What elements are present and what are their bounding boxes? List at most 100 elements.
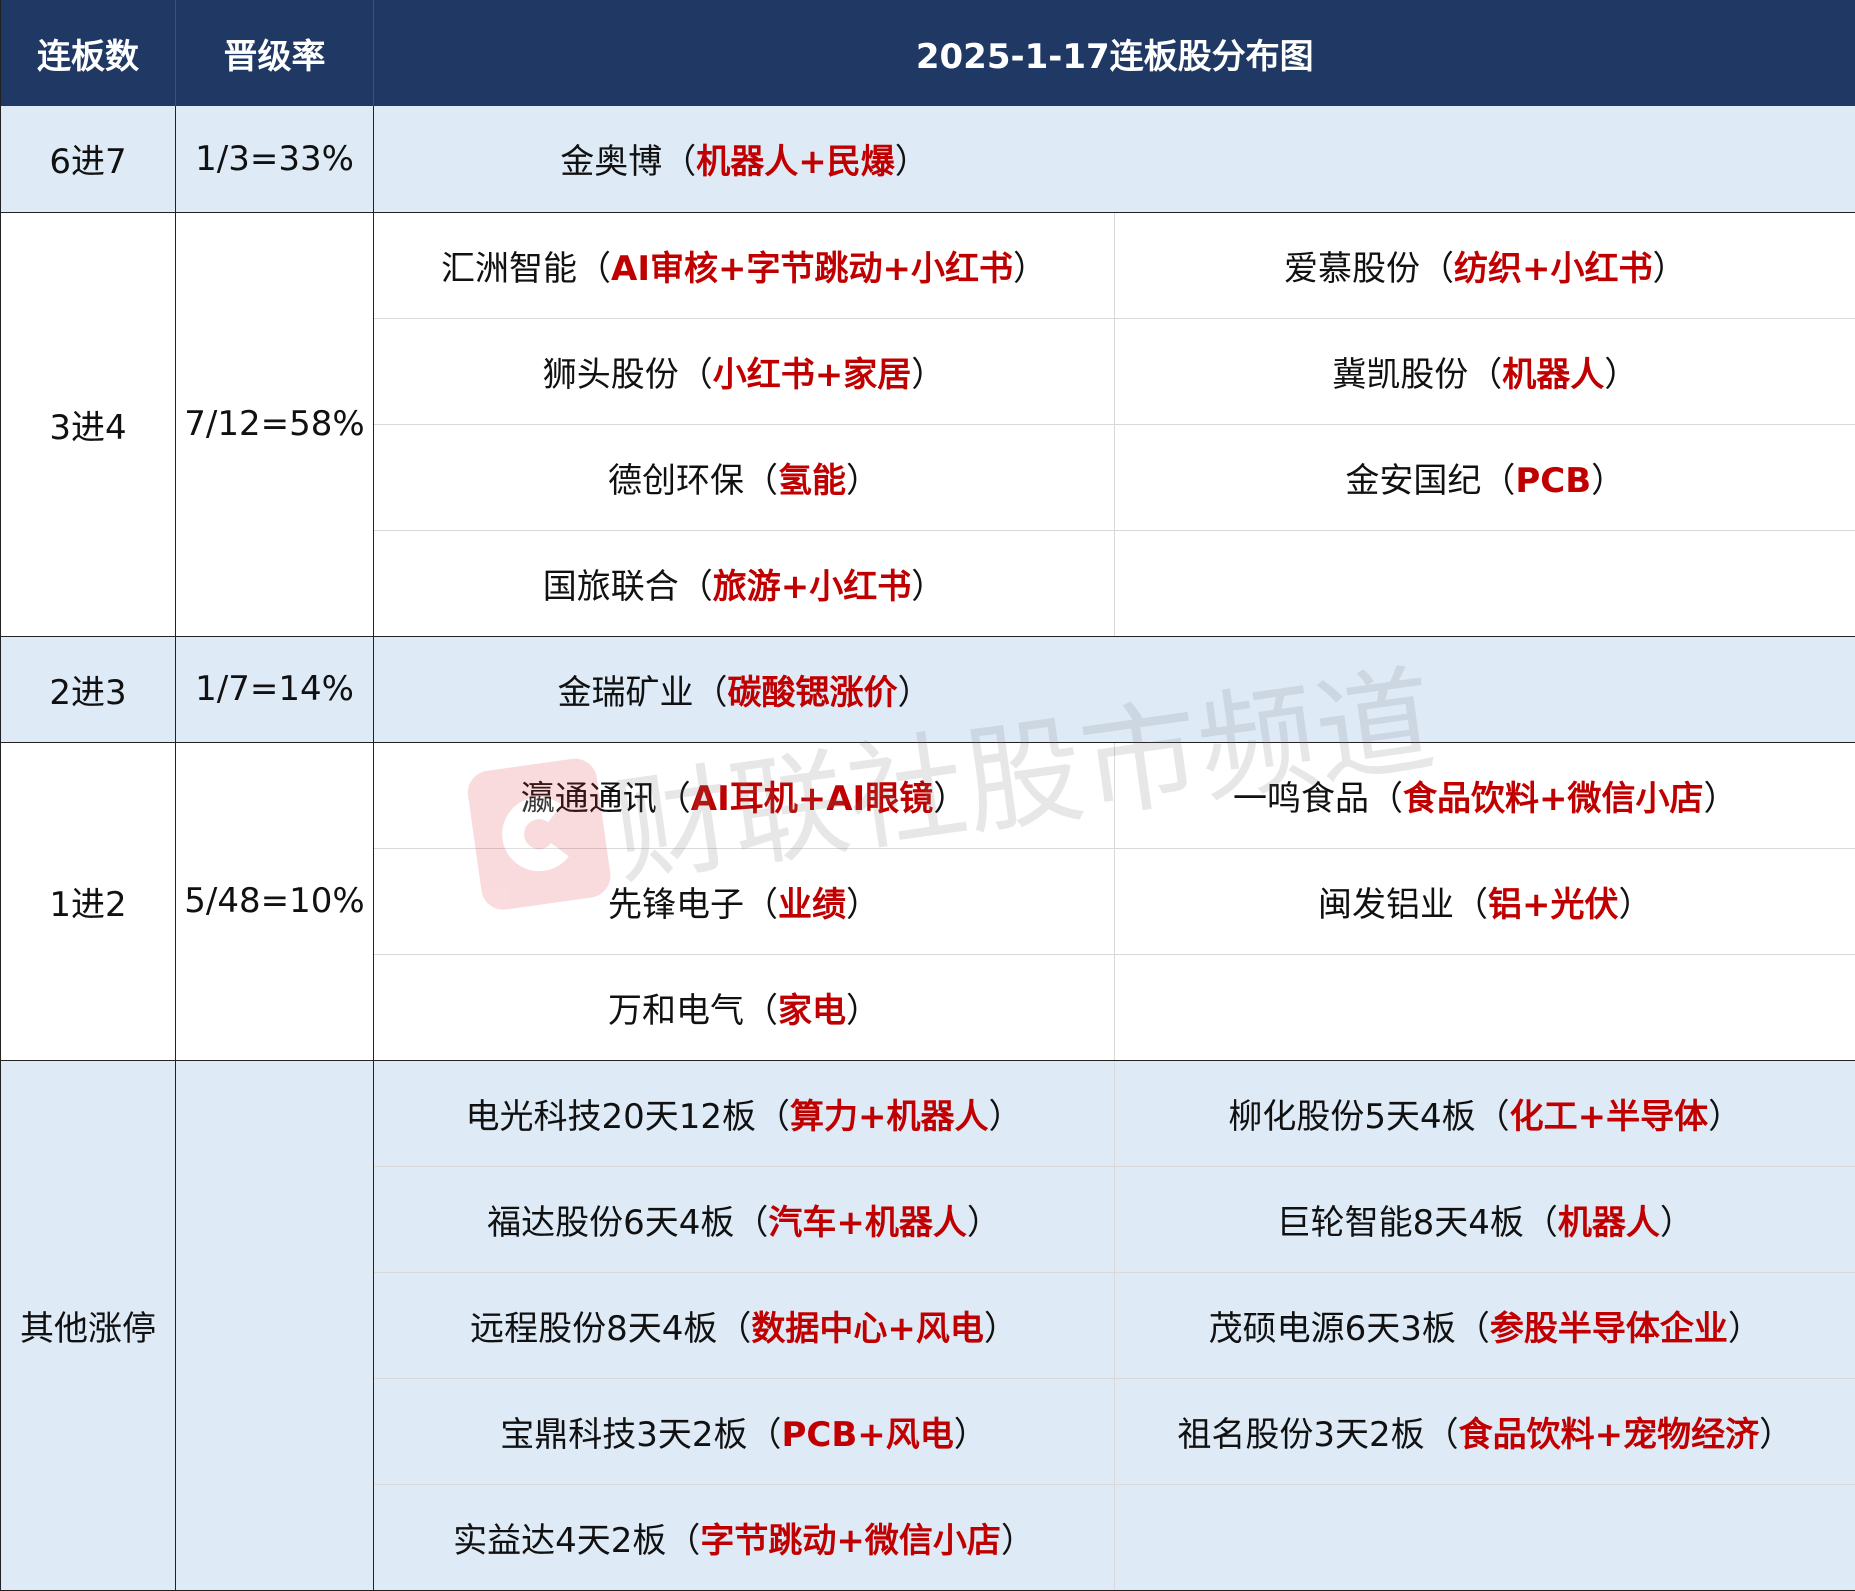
- stock-cell: 先锋电子（业绩）: [373, 848, 1115, 955]
- stock-cell: 祖名股份3天2板（食品饮料+宠物经济）: [1114, 1378, 1855, 1485]
- stock-theme: 算力+机器人: [790, 1096, 989, 1137]
- stock-entry: 祖名股份3天2板（食品饮料+宠物经济）: [1177, 1415, 1793, 1455]
- stock-name: 先锋电子: [608, 884, 744, 925]
- stock-name: 一鸣食品: [1233, 778, 1369, 819]
- stock-entry: 瀛通通讯（AI耳机+AI眼镜）: [521, 779, 967, 819]
- rate-cell: 7/12=58%: [175, 212, 374, 637]
- stock-cell: 狮头股份（小红书+家居）: [373, 318, 1115, 425]
- stock-name: 汇洲智能: [441, 248, 578, 289]
- stock-entry: 巨轮智能8天4板（机器人）: [1277, 1203, 1694, 1243]
- paren-open: （: [717, 1308, 752, 1349]
- paren-open: （: [662, 142, 697, 183]
- stock-entry: 远程股份8天4板（数据中心+风电）: [470, 1309, 1018, 1349]
- stock-theme: 氢能: [778, 460, 846, 501]
- stock-theme: PCB+风电: [781, 1414, 954, 1455]
- stock-cell: 闽发铝业（铝+光伏）: [1114, 848, 1855, 955]
- stock-entry: 金瑞矿业（碳酸锶涨价）: [374, 665, 1115, 714]
- stock-cell: 电光科技20天12板（算力+机器人）: [373, 1060, 1115, 1167]
- stock-entry: 金奥博（机器人+民爆）: [374, 134, 1115, 183]
- stock-entry: 茂硕电源6天3板（参股半导体企业）: [1209, 1309, 1762, 1349]
- paren-close: ）: [897, 672, 932, 713]
- paren-close: ）: [1012, 248, 1047, 289]
- table-row: 3进4 7/12=58% 汇洲智能（AI审核+字节跳动+小红书） 爱慕股份（纺织+小红…: [0, 212, 1855, 637]
- paren-open: （: [1523, 1202, 1558, 1243]
- stock-entry: 狮头股份（小红书+家居）: [543, 355, 946, 395]
- stock-theme: 机器人: [1502, 354, 1605, 395]
- paren-open: （: [1454, 884, 1488, 925]
- paren-open: （: [744, 990, 778, 1031]
- limit-up-table: 连板数 晋级率 2025-1-17连板股分布图 6进7 1/3=33% 金奥博（机器…: [0, 0, 1855, 1591]
- stock-cell: 金奥博（机器人+民爆）: [373, 106, 1855, 213]
- stock-cell: 国旅联合（旅游+小红书）: [373, 530, 1115, 637]
- paren-open: （: [678, 566, 713, 607]
- stock-name: 祖名股份3天2板: [1177, 1414, 1425, 1455]
- stock-name: 柳化股份5天4板: [1228, 1096, 1476, 1137]
- paren-open: （: [693, 672, 728, 713]
- paren-close: ）: [966, 1202, 1001, 1243]
- stock-theme: 家电: [778, 990, 846, 1031]
- stock-theme: 化工+半导体: [1509, 1096, 1709, 1137]
- paren-open: （: [734, 1202, 769, 1243]
- stock-theme: 小红书+家居: [712, 354, 912, 395]
- paren-open: （: [577, 248, 612, 289]
- paren-open: （: [1420, 248, 1454, 289]
- table-body: 6进7 1/3=33% 金奥博（机器人+民爆） 3进4 7/12=58% 汇洲智能（AI审…: [0, 106, 1855, 1591]
- paren-open: （: [1475, 1096, 1510, 1137]
- paren-close: ）: [846, 990, 880, 1031]
- header-title: 2025-1-17连板股分布图: [373, 0, 1855, 106]
- paren-close: ）: [1652, 248, 1687, 289]
- stock-cell: [1114, 954, 1855, 1061]
- stock-theme: 参股半导体企业: [1489, 1308, 1728, 1349]
- paren-open: （: [678, 354, 713, 395]
- stock-name: 金奥博: [560, 142, 663, 183]
- stock-theme: 旅游+小红书: [712, 566, 912, 607]
- stock-name: 狮头股份: [542, 354, 679, 395]
- stock-cell: 柳化股份5天4板（化工+半导体）: [1114, 1060, 1855, 1167]
- stock-entry: 金安国纪（PCB）: [1345, 461, 1625, 501]
- table-row: 2进3 1/7=14% 金瑞矿业（碳酸锶涨价）: [0, 636, 1855, 743]
- paren-open: （: [744, 460, 778, 501]
- stock-entry: 汇洲智能（AI审核+字节跳动+小红书）: [441, 249, 1047, 289]
- stock-theme: 字节跳动+微信小店: [700, 1520, 1001, 1561]
- table-row: 6进7 1/3=33% 金奥博（机器人+民爆）: [0, 106, 1855, 213]
- stock-entry: 万和电气（家电）: [608, 991, 880, 1031]
- stock-theme: 汽车+机器人: [768, 1202, 967, 1243]
- stock-cell: 远程股份8天4板（数据中心+风电）: [373, 1272, 1115, 1379]
- stock-theme: 食品饮料+宠物经济: [1458, 1414, 1760, 1455]
- stock-cell: 爱慕股份（纺织+小红书）: [1114, 212, 1855, 319]
- stock-theme: 碳酸锶涨价: [727, 672, 898, 713]
- stock-entry: 福达股份6天4板（汽车+机器人）: [487, 1203, 1001, 1243]
- paren-open: （: [744, 884, 778, 925]
- stock-entry: 冀凯股份（机器人）: [1332, 355, 1638, 395]
- level-cell: 1进2: [0, 742, 176, 1061]
- table-row: 1进2 5/48=10% 瀛通通讯（AI耳机+AI眼镜） 一鸣食品（食品饮料+微信小店…: [0, 742, 1855, 1061]
- stock-name: 电光科技20天12板: [465, 1096, 757, 1137]
- stock-name: 德创环保: [608, 460, 744, 501]
- stock-theme: AI耳机+AI眼镜: [690, 778, 934, 819]
- header-rate: 晋级率: [175, 0, 374, 106]
- paren-close: ）: [846, 884, 880, 925]
- stock-name: 金安国纪: [1345, 460, 1482, 501]
- stock-theme: PCB: [1515, 460, 1592, 501]
- stock-cell: 冀凯股份（机器人）: [1114, 318, 1855, 425]
- stock-name: 远程股份8天4板: [470, 1308, 718, 1349]
- header-level: 连板数: [0, 0, 176, 106]
- header-row: 连板数 晋级率 2025-1-17连板股分布图: [0, 0, 1855, 106]
- paren-close: ）: [1759, 1414, 1794, 1455]
- stock-name: 闽发铝业: [1318, 884, 1454, 925]
- stock-entry: 电光科技20天12板（算力+机器人）: [465, 1097, 1022, 1137]
- paren-close: ）: [933, 778, 968, 819]
- stock-cell: 福达股份6天4板（汽车+机器人）: [373, 1166, 1115, 1273]
- paren-close: ）: [1703, 778, 1738, 819]
- level-cell: 2进3: [0, 636, 176, 743]
- stock-cell: 宝鼎科技3天2板（PCB+风电）: [373, 1378, 1115, 1485]
- stock-name: 冀凯股份: [1332, 354, 1469, 395]
- paren-close: ）: [1659, 1202, 1694, 1243]
- stock-cell: 万和电气（家电）: [373, 954, 1115, 1061]
- stock-cell: 汇洲智能（AI审核+字节跳动+小红书）: [373, 212, 1115, 319]
- stock-cell: 一鸣食品（食品饮料+微信小店）: [1114, 742, 1855, 849]
- stock-entry: 闽发铝业（铝+光伏）: [1318, 885, 1653, 925]
- limit-up-distribution-board: 连板数 晋级率 2025-1-17连板股分布图 6进7 1/3=33% 金奥博（机器…: [0, 0, 1855, 1591]
- paren-close: ）: [911, 354, 946, 395]
- paren-close: ）: [983, 1308, 1018, 1349]
